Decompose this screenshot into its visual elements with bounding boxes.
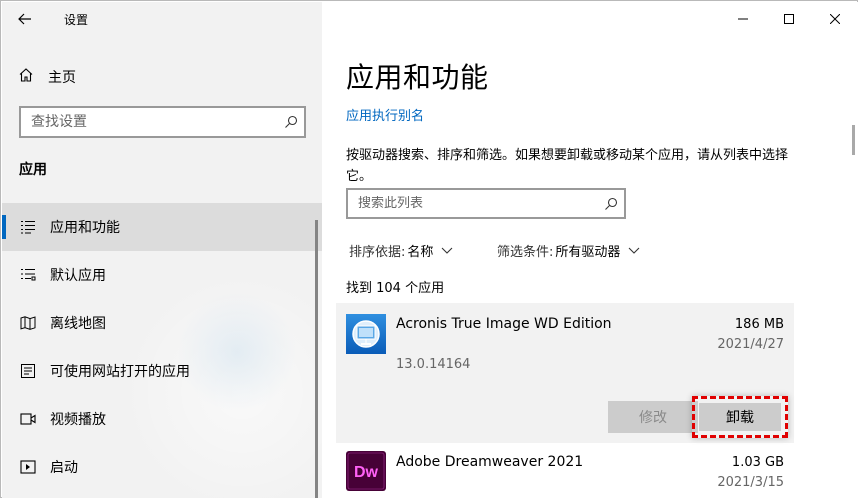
section-heading: 应用 <box>19 162 47 178</box>
main-content: 应用和功能 应用执行别名 按驱动器搜索、排序和筛选。如果想要卸载或移动某个应用，… <box>322 2 858 498</box>
settings-window: 设置 主页 应用 应用和功能 <box>0 0 858 498</box>
dreamweaver-app-icon: Dw <box>346 451 386 491</box>
window-controls <box>720 2 858 34</box>
sidebar-item-label: 默认应用 <box>50 268 106 284</box>
sidebar-item-label: 启动 <box>50 460 78 476</box>
modify-button[interactable]: 修改 <box>608 401 698 433</box>
app-list-item[interactable]: Acronis True Image WD Edition 186 MB 202… <box>336 303 794 443</box>
sort-label: 排序依据: <box>349 245 406 260</box>
home-icon <box>18 67 34 87</box>
description-text: 按驱动器搜索、排序和筛选。如果想要卸载或移动某个应用，请从列表中选择它。 <box>346 148 789 184</box>
close-icon <box>829 9 841 28</box>
app-date: 2021/4/27 <box>717 337 784 352</box>
sidebar-scrollbar[interactable] <box>315 220 318 498</box>
main-scrollbar[interactable] <box>852 125 855 155</box>
sidebar-item-video-playback[interactable]: 视频播放 <box>2 395 322 443</box>
acronis-app-icon <box>346 314 386 354</box>
uninstall-highlight: 卸载 <box>692 396 788 438</box>
window-title: 设置 <box>64 12 89 27</box>
sidebar-item-default-apps[interactable]: 默认应用 <box>2 251 322 299</box>
page-title: 应用和功能 <box>346 61 489 94</box>
minimize-button[interactable] <box>720 2 766 34</box>
home-label: 主页 <box>48 70 76 86</box>
sidebar-item-label: 应用和功能 <box>50 220 120 236</box>
sort-value: 名称 <box>407 245 434 260</box>
startup-icon <box>19 458 37 476</box>
maximize-button[interactable] <box>766 2 812 34</box>
sidebar-item-apps-features[interactable]: 应用和功能 <box>2 203 322 251</box>
search-icon[interactable] <box>598 191 624 217</box>
nav-home[interactable]: 主页 <box>18 66 76 88</box>
sidebar-item-label: 离线地图 <box>50 316 106 332</box>
settings-search-input[interactable] <box>21 114 278 130</box>
search-icon[interactable] <box>278 109 304 135</box>
sidebar: 设置 主页 应用 应用和功能 <box>2 2 322 498</box>
sidebar-item-label: 可使用网站打开的应用 <box>50 364 190 380</box>
titlebar-left: 设置 <box>2 2 322 36</box>
sidebar-nav: 应用和功能 默认应用 离线地图 可使用网站打开的应用 视频播放 启动 <box>2 203 322 491</box>
back-arrow-icon <box>18 10 32 29</box>
video-playback-icon <box>19 410 37 428</box>
app-execution-alias-link[interactable]: 应用执行别名 <box>346 105 424 124</box>
app-list-search-input[interactable] <box>348 196 598 211</box>
sidebar-item-offline-maps[interactable]: 离线地图 <box>2 299 322 347</box>
app-list-item[interactable]: Dw Adobe Dreamweaver 2021 1.03 GB 2021/3… <box>336 446 794 498</box>
found-count: 找到 104 个应用 <box>346 281 445 296</box>
filter-label: 筛选条件: <box>497 245 554 260</box>
filter-value: 所有驱动器 <box>555 245 621 260</box>
maximize-icon <box>784 9 794 28</box>
settings-search[interactable] <box>19 106 306 138</box>
chevron-down-icon <box>628 247 640 254</box>
app-version: 13.0.14164 <box>396 357 471 372</box>
app-name: Adobe Dreamweaver 2021 <box>396 454 584 470</box>
sidebar-item-apps-for-websites[interactable]: 可使用网站打开的应用 <box>2 347 322 395</box>
chevron-down-icon <box>441 247 453 254</box>
sidebar-item-startup[interactable]: 启动 <box>2 443 322 491</box>
close-button[interactable] <box>812 2 858 34</box>
apps-for-websites-icon <box>19 362 37 380</box>
apps-features-icon <box>19 218 37 236</box>
dw-icon-text: Dw <box>354 464 379 481</box>
minimize-icon <box>738 9 748 28</box>
sort-dropdown[interactable]: 排序依据: 名称 <box>349 241 453 260</box>
app-size: 186 MB <box>734 317 784 332</box>
default-apps-icon <box>19 266 37 284</box>
sidebar-item-label: 视频播放 <box>50 412 106 428</box>
back-button[interactable] <box>2 2 48 36</box>
app-name: Acronis True Image WD Edition <box>396 316 612 332</box>
offline-maps-icon <box>19 314 37 332</box>
app-date: 2021/3/15 <box>717 475 784 490</box>
app-list-search[interactable] <box>346 188 626 219</box>
app-size: 1.03 GB <box>731 455 784 470</box>
uninstall-button[interactable]: 卸载 <box>699 403 781 431</box>
filter-dropdown[interactable]: 筛选条件: 所有驱动器 <box>497 241 640 260</box>
